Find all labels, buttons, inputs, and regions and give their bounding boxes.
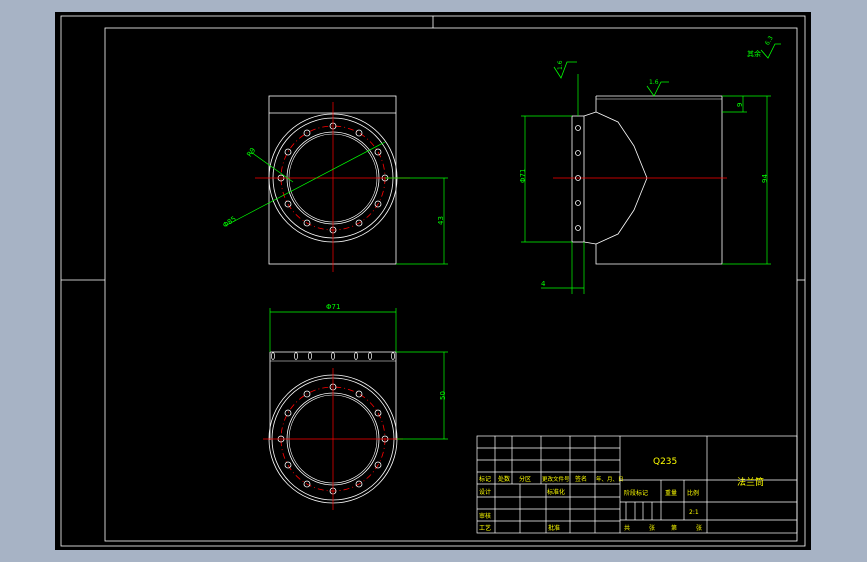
bolt-hole — [575, 150, 581, 156]
general-roughness-note: 其余 6.3 — [747, 35, 781, 59]
row-process: 工艺 — [479, 524, 491, 532]
row-weight: 重量 — [665, 489, 677, 497]
part-name: 法兰筒 — [737, 476, 764, 488]
top-dim-d71: Φ71 — [326, 303, 340, 311]
scale-value: 2:1 — [689, 509, 699, 516]
bolt-hole — [284, 148, 292, 156]
row-design: 设计 — [479, 488, 491, 496]
row-stage: 阶段标记 — [624, 489, 648, 497]
side-view: Φ71 94 9 4 1.6 1.6 — [519, 60, 771, 294]
header-count: 处数 — [498, 475, 510, 483]
roughness-top-value: 1.6 — [649, 79, 659, 86]
front-dim-43: 43 — [437, 216, 445, 225]
roughness-left-value: 1.6 — [557, 60, 564, 70]
row-standard: 标准化 — [547, 488, 565, 496]
surface-roughness-icon — [760, 43, 781, 59]
header-sign: 签名 — [575, 475, 587, 483]
bolt-hole — [374, 409, 382, 417]
bolt-hole — [575, 200, 581, 206]
side-inner-line-bot — [583, 241, 597, 245]
roughness-general-value: 6.3 — [764, 35, 775, 47]
bolt-hole — [355, 390, 363, 398]
front-view: R9 Φ85 43 — [221, 95, 448, 272]
side-dim-d71: Φ71 — [519, 169, 527, 183]
bolt-hole — [575, 225, 581, 231]
front-dim-r9: R9 — [245, 146, 257, 158]
flange-slot — [294, 352, 298, 360]
bolt-hole — [355, 129, 363, 137]
outer-border — [60, 15, 806, 547]
header-date: 年、月、日 — [596, 475, 624, 483]
top-dim-50: 50 — [439, 391, 447, 400]
header-mark: 标记 — [479, 475, 491, 483]
roughness-general-note: 其余 — [747, 49, 761, 58]
flange-slot — [271, 352, 275, 360]
side-body-outline — [595, 95, 723, 265]
side-dim-9: 9 — [736, 103, 744, 107]
drawing-sheet: R9 Φ85 43 Φ71 94 9 4 1.6 1.6 其余 6.3 Φ71 … — [55, 12, 811, 550]
row-review: 审核 — [479, 512, 491, 520]
side-flange-plate — [571, 115, 585, 243]
engineering-drawing: R9 Φ85 43 Φ71 94 9 4 1.6 1.6 其余 6.3 Φ71 … — [60, 15, 806, 547]
front-leader-r9 — [250, 151, 294, 183]
side-dim-94: 94 — [761, 174, 769, 183]
bolt-hole — [374, 148, 382, 156]
sheet-index-unit: 张 — [696, 524, 702, 532]
inner-border — [104, 27, 798, 542]
side-dim-4: 4 — [541, 280, 546, 288]
bolt-hole — [575, 125, 581, 131]
row-scale: 比例 — [687, 489, 699, 497]
top-flange-slots — [271, 352, 395, 360]
flange-slot — [354, 352, 358, 360]
flange-slot — [308, 352, 312, 360]
sheet-total-unit: 张 — [649, 524, 655, 532]
material-label: Q235 — [653, 457, 677, 467]
sheet-index-label: 第 — [671, 524, 677, 532]
flange-slot — [368, 352, 372, 360]
header-zone: 分区 — [519, 475, 531, 483]
front-dim-d85: Φ85 — [221, 215, 237, 230]
bolt-hole — [284, 409, 292, 417]
top-view: Φ71 50 — [263, 303, 448, 510]
flange-slot — [331, 352, 335, 360]
header-doc: 更改文件号 — [542, 475, 570, 483]
row-approve: 批准 — [548, 524, 560, 532]
flange-slot — [391, 352, 395, 360]
sheet-total-label: 共 — [624, 524, 630, 532]
side-inner-line-top — [583, 111, 597, 117]
